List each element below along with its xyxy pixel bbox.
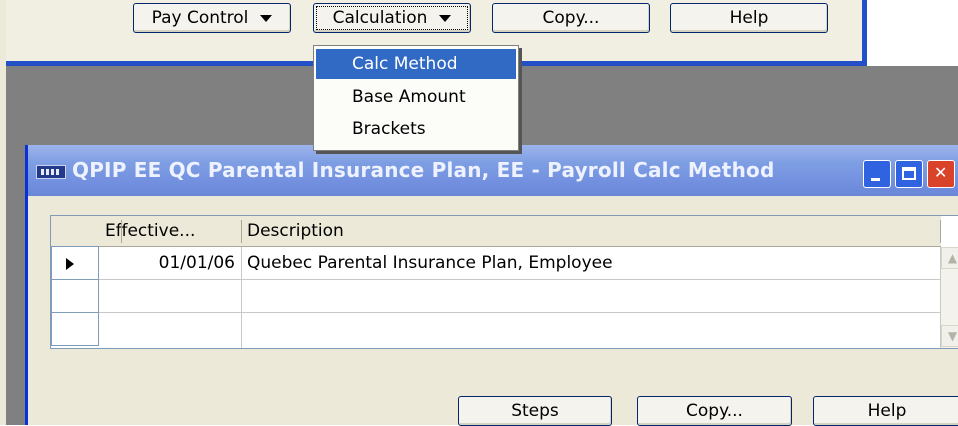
steps-label: Steps: [511, 401, 559, 421]
scroll-down-button[interactable]: ▼: [941, 325, 958, 347]
description-cell[interactable]: Quebec Parental Insurance Plan, Employee: [241, 247, 939, 279]
copy-label-top: Copy...: [542, 8, 600, 28]
effective-date-cell[interactable]: [99, 313, 241, 345]
menu-item-brackets[interactable]: Brackets: [316, 114, 516, 144]
left-edge: [0, 0, 6, 425]
column-header-description[interactable]: Description: [241, 215, 941, 247]
description-cell[interactable]: [241, 313, 939, 345]
calculation-label: Calculation: [332, 8, 428, 28]
grid-header: Effective... Description: [51, 216, 941, 247]
title-bar[interactable]: QPIP EE QC Parental Insurance Plan, EE -…: [28, 145, 958, 196]
copy-button[interactable]: Copy...: [637, 396, 792, 426]
row-selector-current[interactable]: [51, 246, 99, 280]
calculation-menu: Calc Method Base Amount Brackets: [313, 45, 519, 151]
effective-date-cell[interactable]: [99, 280, 241, 312]
vertical-scrollbar[interactable]: ▲ ▼: [941, 247, 958, 348]
row-selector[interactable]: [51, 279, 99, 313]
calc-method-window: QPIP EE QC Parental Insurance Plan, EE -…: [25, 145, 958, 426]
menu-item-calc-method[interactable]: Calc Method: [316, 49, 516, 79]
form-icon: [36, 165, 66, 179]
effective-date-cell[interactable]: 01/01/06: [99, 247, 241, 279]
steps-button[interactable]: Steps: [458, 396, 612, 426]
copy-label: Copy...: [686, 401, 743, 421]
close-button[interactable]: [927, 160, 955, 188]
menu-item-base-amount[interactable]: Base Amount: [316, 82, 516, 112]
chevron-down-icon: [439, 14, 452, 22]
pay-control-dropdown-button[interactable]: Pay Control: [133, 3, 291, 33]
window-title: QPIP EE QC Parental Insurance Plan, EE -…: [72, 158, 775, 182]
chevron-down-icon: [260, 14, 273, 22]
help-button-top[interactable]: Help: [670, 3, 828, 33]
maximize-button[interactable]: [895, 160, 923, 188]
header-divider: [241, 220, 242, 243]
scroll-up-button[interactable]: ▲: [941, 247, 958, 269]
header-divider: [121, 220, 122, 243]
column-header-effective[interactable]: Effective...: [99, 215, 239, 247]
help-button[interactable]: Help: [813, 396, 958, 426]
minimize-button[interactable]: [863, 160, 891, 188]
description-cell[interactable]: [241, 280, 939, 312]
row-selector[interactable]: [51, 312, 99, 346]
calc-method-grid: Effective... Description 01/01/06 Quebec…: [50, 215, 958, 349]
calculation-dropdown-button[interactable]: Calculation: [313, 3, 471, 33]
help-label-top: Help: [729, 8, 769, 28]
current-row-arrow-icon: [66, 258, 74, 270]
pay-control-label: Pay Control: [151, 8, 249, 28]
header-divider: [940, 220, 941, 243]
help-label: Help: [867, 401, 907, 421]
copy-button-top[interactable]: Copy...: [492, 3, 650, 33]
